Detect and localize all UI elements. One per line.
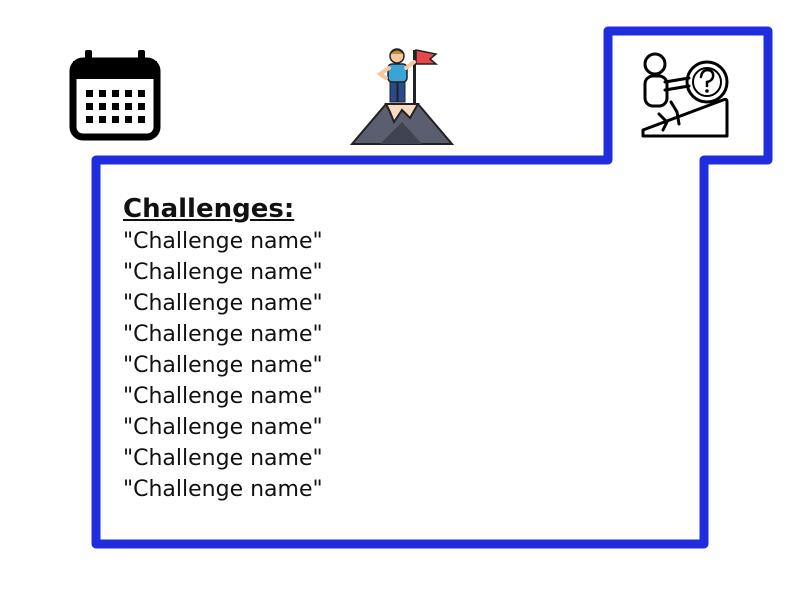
person-pushing-boulder-uphill-icon[interactable] bbox=[639, 50, 731, 142]
panel-title: Challenges: bbox=[123, 194, 295, 224]
challenge-item[interactable]: "Challenge name" bbox=[123, 319, 683, 350]
challenge-item[interactable]: "Challenge name" bbox=[123, 381, 683, 412]
challenge-item[interactable]: "Challenge name" bbox=[123, 443, 683, 474]
challenge-list: "Challenge name" "Challenge name" "Chall… bbox=[123, 226, 683, 505]
challenge-item[interactable]: "Challenge name" bbox=[123, 226, 683, 257]
challenge-item[interactable]: "Challenge name" bbox=[123, 412, 683, 443]
challenge-item[interactable]: "Challenge name" bbox=[123, 288, 683, 319]
challenges-panel: Challenges: "Challenge name" "Challenge … bbox=[123, 192, 683, 522]
challenge-item[interactable]: "Challenge name" bbox=[123, 257, 683, 288]
calendar-icon[interactable] bbox=[68, 48, 162, 142]
challenge-item[interactable]: "Challenge name" bbox=[123, 474, 683, 505]
mountain-summit-flag-icon[interactable] bbox=[350, 44, 454, 148]
challenge-item[interactable]: "Challenge name" bbox=[123, 350, 683, 381]
